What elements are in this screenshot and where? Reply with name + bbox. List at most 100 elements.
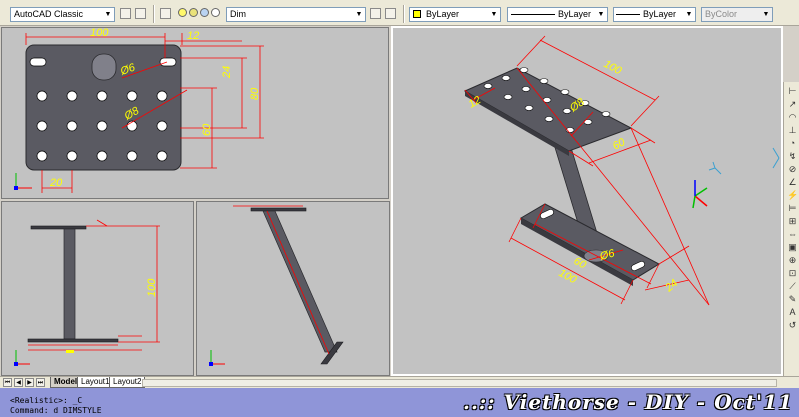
- horizontal-scrollbar[interactable]: [142, 379, 777, 387]
- post-stub: [91, 53, 117, 81]
- tolerance-icon[interactable]: ▣: [787, 242, 798, 252]
- linear-dimension-icon[interactable]: ⊢: [787, 86, 798, 96]
- chevron-down-icon: ▼: [355, 11, 363, 18]
- ucs-icon: [209, 350, 225, 366]
- update-icon[interactable]: ↺: [787, 320, 798, 330]
- customize-icon[interactable]: [135, 8, 146, 19]
- chevron-down-icon: ▼: [104, 11, 112, 18]
- dim-length-label: 100: [90, 28, 109, 39]
- color-select[interactable]: ByLayer ▼: [409, 7, 501, 22]
- layer-freeze-icon[interactable]: [189, 8, 198, 17]
- chevron-down-icon: ▼: [597, 11, 605, 18]
- layer-select[interactable]: Dim ▼: [226, 7, 366, 22]
- layer-value: Dim: [230, 9, 246, 19]
- prev-tab-icon[interactable]: ◀: [14, 378, 23, 387]
- iso-dim-top-width-label: 60: [611, 136, 628, 153]
- inspection-icon[interactable]: ⊡: [787, 268, 798, 278]
- slot-hole: [159, 57, 177, 67]
- dimension-space-icon[interactable]: ⇔: [787, 229, 798, 239]
- jogged-icon[interactable]: ↯: [787, 151, 798, 161]
- plotstyle-value: ByColor: [705, 9, 738, 19]
- diameter-icon[interactable]: ⊘: [787, 164, 798, 174]
- drawing-area: 100 12 Ø6 Ø8 24 60 80 20 100 12 Ø8 60 10…: [0, 26, 783, 376]
- dimension-toolbar: ⊢ ↗ ◠ ⊥ ◔ ↯ ⊘ ∠ ⚡ ⊨ ⊞ ⇔ ▣ ⊕ ⊡ ⟋ ✎ A ↺: [783, 82, 799, 376]
- workspace-settings-icon[interactable]: [120, 8, 131, 19]
- dim-v2-label: 60: [201, 123, 213, 136]
- front-dim-height-label: 100: [146, 278, 158, 297]
- layer-manager-icon[interactable]: [160, 8, 171, 19]
- aligned-dimension-icon[interactable]: ↗: [787, 99, 798, 109]
- command-window[interactable]: <Realistic>: _C Command: d DIMSTYLE ..::…: [0, 388, 799, 417]
- ucs-small-icon: [708, 161, 722, 175]
- tab-layout1[interactable]: Layout1: [77, 377, 114, 388]
- baseline-icon[interactable]: ⊨: [787, 203, 798, 213]
- compass-icon: [772, 147, 780, 169]
- viewport-isometric[interactable]: 100 12 Ø8 60 100 60 Ø6 24: [391, 26, 783, 376]
- watermark-text: ..:: Viethorse - DIY - Oct'11: [462, 390, 793, 414]
- next-tab-icon[interactable]: ▶: [25, 378, 34, 387]
- workspace-select[interactable]: AutoCAD Classic ▼: [10, 7, 115, 22]
- layer-on-icon[interactable]: [178, 8, 187, 17]
- ucs-3d-icon: [692, 180, 708, 209]
- iso-view-drawing: 100 12 Ø8 60 100 60 Ø6 24: [463, 35, 780, 306]
- viewport-top[interactable]: 100 12 Ø6 Ø8 24 60 80 20: [1, 27, 389, 199]
- color-value: ByLayer: [426, 9, 460, 19]
- first-tab-icon[interactable]: ⏮: [3, 378, 12, 387]
- properties-toolbar: AutoCAD Classic ▼ Dim ▼ ByLayer ▼ ByLaye…: [0, 0, 799, 26]
- viewport-front[interactable]: 100: [1, 201, 194, 376]
- dimension-edit-icon[interactable]: ✎: [787, 294, 798, 304]
- chevron-down-icon: ▼: [490, 11, 498, 18]
- lineweight-select[interactable]: ByLayer ▼: [613, 7, 696, 22]
- dim-bottom-label: 20: [49, 177, 63, 189]
- chevron-down-icon: ▼: [685, 11, 693, 18]
- autocad-window: AutoCAD Classic ▼ Dim ▼ ByLayer ▼ ByLaye…: [0, 0, 799, 417]
- post-column: [262, 210, 338, 353]
- linetype-select[interactable]: ByLayer ▼: [507, 7, 608, 22]
- top-plate-edge: [30, 225, 87, 230]
- dim-text-mark: [66, 350, 74, 353]
- linetype-value: ByLayer: [558, 9, 592, 19]
- post-column: [63, 228, 76, 340]
- arc-length-icon[interactable]: ◠: [787, 112, 798, 122]
- linetype-preview-icon: [511, 14, 555, 16]
- tab-layout2[interactable]: Layout2: [109, 377, 146, 388]
- dimension-text-edit-icon[interactable]: A: [787, 307, 798, 317]
- lineweight-preview-icon: [616, 14, 640, 16]
- top-plate-edge: [250, 207, 307, 212]
- jogged-linear-icon[interactable]: ⟋: [787, 281, 798, 291]
- iso-dim-base-width-label: 24: [662, 277, 680, 295]
- iso-dim-top-long-label: 100: [602, 58, 625, 78]
- continue-icon[interactable]: ⊞: [787, 216, 798, 226]
- base-plate-edge: [27, 338, 119, 343]
- layer-previous-icon[interactable]: [385, 8, 396, 19]
- plotstyle-select[interactable]: ByColor ▼: [701, 7, 773, 22]
- front-view-drawing: 100: [14, 219, 160, 366]
- angular-icon[interactable]: ∠: [787, 177, 798, 187]
- quick-dimension-icon[interactable]: ⚡: [787, 190, 798, 200]
- color-swatch-icon: [413, 10, 421, 18]
- dim-offset-label: 12: [187, 30, 199, 42]
- layer-color-icon[interactable]: [211, 8, 220, 17]
- center-mark-icon[interactable]: ⊕: [787, 255, 798, 265]
- iso-dim-base-long-label: 100: [557, 267, 580, 287]
- toolbar-separator: [153, 5, 155, 23]
- chevron-down-icon: ▼: [762, 11, 770, 18]
- side-view-drawing: [209, 205, 344, 366]
- layer-lock-icon[interactable]: [200, 8, 209, 17]
- viewport-side[interactable]: [196, 201, 390, 376]
- last-tab-icon[interactable]: ⏭: [36, 378, 45, 387]
- make-current-layer-icon[interactable]: [370, 8, 381, 19]
- dim-v1-label: 24: [221, 66, 233, 79]
- ucs-icon: [14, 173, 32, 190]
- command-history-line: <Realistic>: _C: [10, 396, 83, 405]
- lineweight-value: ByLayer: [643, 9, 677, 19]
- command-history-line: Command: d DIMSTYLE: [10, 406, 102, 415]
- top-view-drawing: 100 12 Ø6 Ø8 24 60 80 20: [14, 28, 264, 193]
- radius-icon[interactable]: ◔: [787, 138, 798, 148]
- toolbar-separator: [403, 5, 405, 23]
- slot-hole: [29, 57, 47, 67]
- workspace-value: AutoCAD Classic: [14, 9, 84, 19]
- ordinate-icon[interactable]: ⊥: [787, 125, 798, 135]
- ucs-icon: [14, 350, 30, 366]
- layout-tab-bar: ⏮ ◀ ▶ ⏭ Model Layout1 Layout2: [0, 376, 799, 388]
